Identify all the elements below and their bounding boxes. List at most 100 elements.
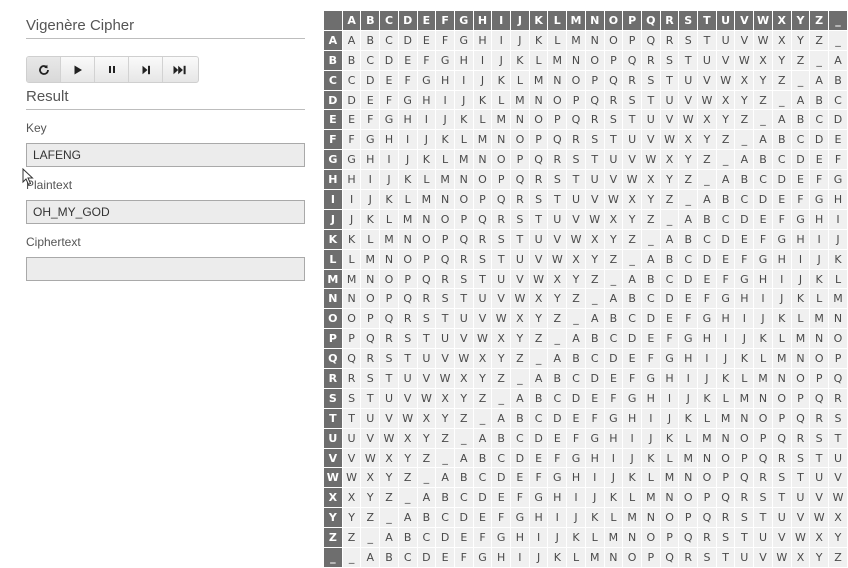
tableau-cell: D: [828, 109, 848, 131]
tableau-cell: F: [828, 149, 848, 171]
tableau-cell: A: [379, 527, 399, 549]
tableau-cell: V: [753, 547, 773, 568]
tableau-cell: D: [491, 467, 512, 489]
tableau-cell: B: [360, 29, 381, 51]
tableau-cell: M: [510, 89, 530, 111]
tableau-cell: F: [659, 328, 680, 350]
tableau-cell: P: [379, 288, 399, 310]
tableau-cell: P: [771, 407, 792, 429]
tableau-cell: L: [472, 109, 493, 131]
tableau-cell: W: [510, 288, 530, 310]
tableau-cell: W: [809, 507, 830, 529]
tableau-cell: O: [360, 288, 381, 310]
tableau-cell: B: [771, 129, 792, 151]
tableau-cell: K: [715, 368, 736, 389]
tableau-cell: K: [416, 149, 437, 171]
row-header: N: [323, 288, 343, 310]
tableau-cell: _: [809, 49, 830, 71]
row-header: Y: [323, 507, 343, 529]
tableau-cell: K: [809, 268, 830, 290]
tableau-cell: D: [566, 387, 586, 409]
tableau-cell: Y: [734, 89, 755, 111]
tableau-header-row: A B C D E F G H I J K L M N O P Q R S T U V W X Y Z _: [323, 10, 848, 31]
key-field[interactable]: LAFENG: [26, 143, 305, 167]
tableau-cell: B: [734, 169, 755, 191]
tableau-cell: I: [734, 308, 755, 330]
tableau-cell: H: [603, 427, 624, 449]
tableau-cell: Z: [379, 487, 399, 509]
tableau-cell: N: [734, 407, 755, 429]
tableau-cell: G: [678, 328, 699, 350]
fast-forward-icon: [173, 65, 186, 74]
plaintext-field[interactable]: OH_MY_GOD: [26, 200, 305, 224]
column-header: O: [603, 10, 624, 31]
tableau-cell: _: [603, 268, 624, 290]
tableau-cell: F: [547, 447, 568, 469]
tableau-cell: B: [397, 527, 418, 549]
tableau-row: H H I J K L M N O P Q R S T U V W X Y Z _ A B C D E F G: [323, 169, 848, 191]
tableau-cell: S: [753, 487, 773, 509]
tableau-cell: W: [622, 169, 642, 191]
tableau-cell: N: [547, 69, 568, 91]
column-header: E: [416, 10, 437, 31]
reset-button[interactable]: [27, 57, 61, 82]
tableau-cell: R: [491, 208, 512, 230]
tableau-cell: U: [491, 268, 512, 290]
tableau-cell: Y: [715, 109, 736, 131]
tableau-cell: F: [697, 288, 717, 310]
tableau-cell: O: [435, 208, 455, 230]
tableau-cell: _: [453, 427, 474, 449]
tableau-cell: Q: [360, 328, 381, 350]
tableau-cell: D: [790, 149, 811, 171]
tableau-cell: Q: [491, 189, 512, 210]
tableau-cell: J: [640, 427, 661, 449]
tableau-cell: X: [659, 149, 680, 171]
tableau-cell: C: [397, 547, 418, 568]
tableau-cell: H: [528, 507, 549, 529]
tableau-cell: X: [697, 109, 717, 131]
tableau-cell: U: [566, 189, 586, 210]
column-header: X: [771, 10, 792, 31]
tableau-cell: X: [435, 387, 455, 409]
tableau-cell: W: [360, 447, 381, 469]
tableau-cell: C: [659, 268, 680, 290]
tableau-cell: L: [809, 288, 830, 310]
pause-button[interactable]: [95, 57, 129, 82]
tableau-cell: Y: [341, 507, 362, 529]
tableau-cell: E: [828, 129, 848, 151]
tableau-cell: M: [603, 527, 624, 549]
fast-forward-button[interactable]: [163, 57, 197, 82]
tableau-cell: K: [397, 169, 418, 191]
tableau-row: E E F G H I J K L M N O P Q R S T U V W X Y Z _ A B C D: [323, 109, 848, 131]
tableau-cell: U: [828, 447, 848, 469]
tableau-cell: K: [453, 109, 474, 131]
tableau-cell: N: [360, 268, 381, 290]
tableau-cell: Z: [510, 348, 530, 370]
tableau-cell: M: [715, 407, 736, 429]
tableau-cell: D: [510, 447, 530, 469]
tableau-cell: I: [453, 69, 474, 91]
tableau-cell: P: [566, 89, 586, 111]
tableau-cell: F: [566, 427, 586, 449]
tableau-cell: F: [528, 467, 549, 489]
tableau-cell: S: [809, 427, 830, 449]
tableau-cell: J: [379, 169, 399, 191]
tableau-cell: O: [566, 69, 586, 91]
tableau-cell: H: [584, 447, 605, 469]
tableau-cell: U: [753, 527, 773, 549]
tableau-cell: Q: [528, 149, 549, 171]
tableau-cell: W: [491, 308, 512, 330]
step-button[interactable]: [129, 57, 163, 82]
tableau-cell: M: [809, 308, 830, 330]
tableau-cell: A: [603, 288, 624, 310]
tableau-cell: J: [491, 49, 512, 71]
tableau-cell: G: [659, 348, 680, 370]
tableau-cell: Y: [640, 189, 661, 210]
tableau-cell: O: [809, 348, 830, 370]
tableau-cell: K: [491, 69, 512, 91]
tableau-cell: E: [584, 387, 605, 409]
tableau-cell: E: [491, 487, 512, 509]
play-button[interactable]: [61, 57, 95, 82]
ciphertext-field[interactable]: [26, 257, 305, 281]
tableau-cell: Y: [697, 129, 717, 151]
